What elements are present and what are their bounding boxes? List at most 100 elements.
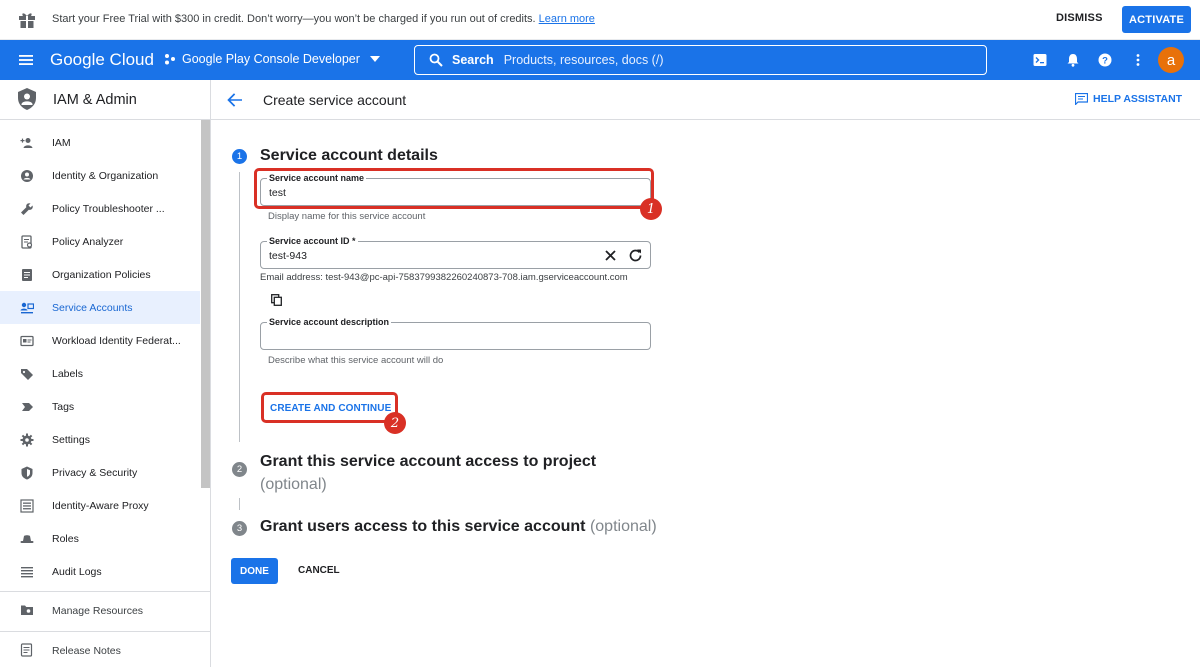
learn-more-link[interactable]: Learn more [539, 13, 595, 25]
sidebar-item-label: IAM [52, 136, 71, 149]
release-notes-link[interactable]: Release Notes [0, 633, 210, 669]
help-assistant-button[interactable]: HELP ASSISTANT [1075, 93, 1182, 105]
annotation-marker-1: 1 [640, 198, 662, 220]
shield-icon [21, 466, 33, 479]
sidebar-item-label: Audit Logs [52, 565, 102, 578]
account-circle-icon [21, 169, 33, 182]
sidebar-item-label: Identity-Aware Proxy [52, 499, 149, 512]
refresh-icon[interactable] [629, 249, 642, 262]
step-3-title-text: Grant users access to this service accou… [260, 518, 586, 535]
person-add-icon [20, 137, 33, 148]
done-button[interactable]: DONE [231, 558, 278, 584]
service-account-id-value: test-943 [269, 250, 307, 262]
step-connector [239, 172, 240, 442]
sidebar-item-policy-analyzer[interactable]: Policy Analyzer [0, 225, 200, 258]
service-account-icon [20, 302, 34, 313]
step-2-number: 2 [232, 462, 247, 477]
more-vert-icon[interactable] [1131, 53, 1145, 67]
sidebar-item-labels[interactable]: Labels [0, 357, 200, 390]
service-account-description-hint: Describe what this service account will … [268, 355, 444, 366]
search-label: Search [452, 53, 494, 67]
iam-shield-icon [18, 88, 36, 110]
step-1-number: 1 [232, 149, 247, 164]
project-picker[interactable]: Google Play Console Developer [164, 52, 380, 66]
annotation-highlight-1 [254, 168, 654, 209]
tag-icon [22, 402, 33, 411]
service-account-email: Email address: test-943@pc-api-758379938… [260, 272, 628, 283]
sidebar-item-service-accounts[interactable]: Service Accounts [0, 291, 200, 324]
sidebar-scrollbar[interactable] [201, 120, 210, 488]
sidebar-item-iam[interactable]: IAM [0, 126, 200, 159]
service-account-id-field[interactable]: Service account ID * test-943 [260, 236, 651, 269]
google-cloud-logo[interactable]: Google Cloud [50, 50, 154, 70]
annotation-marker-2: 2 [384, 412, 406, 434]
sidebar-item-label: Roles [52, 532, 79, 545]
page-title: Create service account [263, 92, 407, 108]
sidebar-item-organization-policies[interactable]: Organization Policies [0, 258, 200, 291]
sidebar-item-tags[interactable]: Tags [0, 390, 200, 423]
back-arrow-icon[interactable] [227, 92, 243, 108]
sidebar: IAM & Admin IAM Identity & Organization … [0, 80, 211, 667]
sidebar-title: IAM & Admin [53, 92, 137, 108]
sidebar-item-audit-logs[interactable]: Audit Logs [0, 555, 200, 588]
sidebar-item-identity-aware-proxy[interactable]: Identity-Aware Proxy [0, 489, 200, 522]
step-2-title-text: Grant this service account access to pro… [260, 453, 597, 470]
id-card-icon [20, 335, 34, 346]
step-connector [239, 498, 240, 510]
sidebar-item-label: Policy Analyzer [52, 235, 124, 248]
step-1-title: Service account details [260, 147, 438, 164]
sidebar-item-label: Identity & Organization [52, 169, 159, 182]
list-icon [21, 566, 33, 577]
step-3-title[interactable]: Grant users access to this service accou… [260, 518, 657, 536]
sidebar-item-label: Service Accounts [52, 301, 133, 314]
manage-resources-link[interactable]: Manage Resources [0, 593, 210, 629]
sidebar-item-settings[interactable]: Settings [0, 423, 200, 456]
svg-text:?: ? [1102, 56, 1108, 67]
avatar[interactable]: a [1158, 47, 1184, 73]
service-account-id-label: Service account ID * [267, 236, 358, 246]
sidebar-item-label: Workload Identity Federat... [52, 334, 181, 347]
step-2-title[interactable]: Grant this service account access to pro… [260, 450, 620, 496]
activate-button[interactable]: ACTIVATE [1122, 6, 1191, 33]
policy-analyzer-icon [21, 234, 33, 249]
cloud-shell-icon[interactable] [1033, 53, 1047, 67]
trial-text: Start your Free Trial with $300 in credi… [52, 13, 536, 25]
dismiss-button[interactable]: DISMISS [1056, 12, 1103, 24]
project-name: Google Play Console Developer [182, 52, 360, 66]
release-notes-label: Release Notes [52, 645, 121, 657]
annotation-highlight-2 [261, 392, 398, 423]
top-bar: Google Cloud Google Play Console Develop… [0, 40, 1200, 80]
sidebar-item-privacy-security[interactable]: Privacy & Security [0, 456, 200, 489]
sidebar-item-roles[interactable]: Roles [0, 522, 200, 555]
sidebar-item-identity-organization[interactable]: Identity & Organization [0, 159, 200, 192]
sidebar-item-label: Privacy & Security [52, 466, 138, 479]
copy-icon[interactable] [271, 294, 282, 306]
sidebar-item-policy-troubleshooter[interactable]: Policy Troubleshooter ... [0, 192, 200, 225]
help-assistant-icon [1075, 93, 1088, 105]
search-bar[interactable]: Search Products, resources, docs (/) [414, 45, 987, 75]
search-icon [429, 53, 443, 67]
sidebar-divider [0, 631, 210, 632]
label-icon [21, 368, 33, 380]
help-icon[interactable]: ? [1098, 53, 1112, 67]
step-3-optional: (optional) [589, 518, 657, 535]
folder-gear-icon [21, 605, 33, 615]
release-notes-icon [20, 643, 33, 657]
sidebar-item-workload-identity[interactable]: Workload Identity Federat... [0, 324, 200, 357]
sidebar-divider [0, 591, 210, 592]
service-account-description-label: Service account description [267, 317, 392, 327]
clear-icon[interactable] [605, 250, 616, 261]
wrench-icon [21, 202, 33, 215]
gear-icon [20, 433, 34, 446]
project-hub-icon [165, 54, 175, 65]
cancel-button[interactable]: CANCEL [298, 565, 340, 576]
help-assistant-label: HELP ASSISTANT [1093, 93, 1183, 105]
step-2-optional: (optional) [260, 476, 327, 493]
service-account-description-field[interactable]: Service account description [260, 317, 651, 350]
menu-icon[interactable] [18, 52, 34, 68]
document-icon [22, 268, 32, 281]
gift-icon [19, 13, 35, 28]
main-header: Create service account HELP ASSISTANT [211, 80, 1200, 120]
proxy-icon [20, 498, 34, 513]
notifications-icon[interactable] [1066, 53, 1080, 67]
